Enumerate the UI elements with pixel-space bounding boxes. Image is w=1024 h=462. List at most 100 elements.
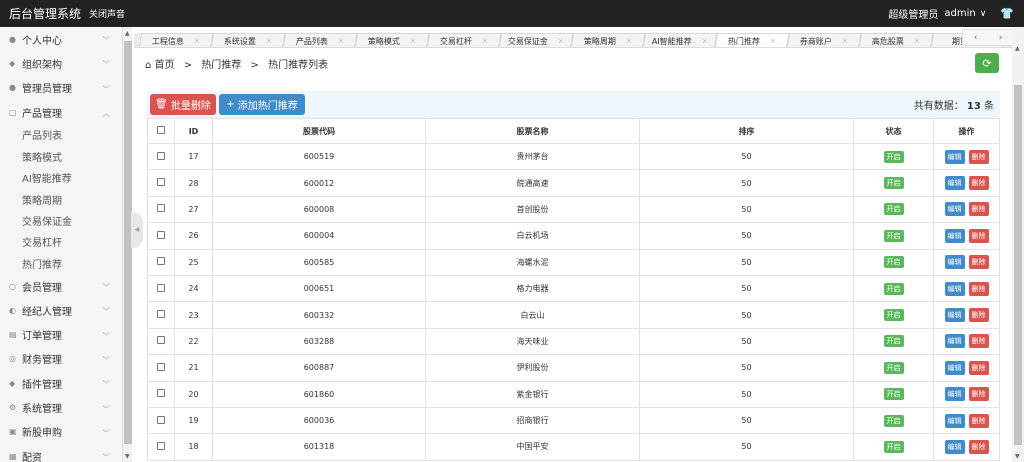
tab-item[interactable]: 产品列表 ×: [282, 33, 358, 47]
delete-button[interactable]: 删除: [968, 308, 989, 323]
refresh-button[interactable]: ⟳: [975, 53, 999, 73]
sidebar-subitem[interactable]: 产品列表: [0, 124, 122, 145]
scrollbar-thumb[interactable]: [1014, 85, 1022, 445]
row-checkbox[interactable]: [157, 415, 165, 424]
status-badge[interactable]: 开启: [883, 361, 904, 374]
edit-button[interactable]: 编辑: [944, 308, 965, 323]
sidebar-subitem[interactable]: AI智能推荐: [0, 167, 122, 188]
edit-button[interactable]: 编辑: [944, 202, 965, 217]
sidebar-subitem[interactable]: 交易杠杆: [0, 231, 122, 252]
row-checkbox[interactable]: [157, 336, 165, 345]
theme-shirt-icon[interactable]: 👕: [1000, 7, 1014, 20]
sidebar-group[interactable]: □ 产品管理 ︿: [0, 100, 122, 124]
delete-button[interactable]: 删除: [968, 413, 989, 428]
row-select-cell[interactable]: [147, 169, 175, 197]
home-icon[interactable]: ⌂: [145, 60, 151, 71]
tab-item[interactable]: 热门推荐 ×: [714, 33, 790, 47]
row-select-cell[interactable]: [147, 406, 175, 435]
row-checkbox[interactable]: [157, 441, 165, 450]
row-select-cell[interactable]: [147, 354, 175, 382]
close-icon[interactable]: ×: [914, 37, 920, 45]
mute-sound-link[interactable]: 关闭声音: [89, 7, 125, 20]
sidebar-group[interactable]: ◎ 财务管理 ﹀: [0, 347, 122, 371]
add-hot-recommend-button[interactable]: + 添加热门推荐: [219, 94, 305, 115]
row-checkbox[interactable]: [157, 389, 165, 398]
close-icon[interactable]: ×: [558, 37, 564, 45]
sidebar-subitem[interactable]: 策略模式: [0, 146, 122, 167]
row-select-cell[interactable]: [147, 433, 175, 461]
delete-button[interactable]: 删除: [968, 360, 989, 375]
edit-button[interactable]: 编辑: [944, 176, 965, 191]
user-menu[interactable]: 超级管理员 admin ∨ 👕: [888, 6, 1014, 21]
tab-item[interactable]: 交易杠杆 ×: [426, 33, 502, 47]
tab-item[interactable]: 高危股票 ×: [858, 33, 934, 47]
row-select-cell[interactable]: [147, 222, 175, 250]
status-badge[interactable]: 开启: [883, 440, 904, 453]
breadcrumb-level1[interactable]: 热门推荐: [201, 60, 241, 71]
edit-button[interactable]: 编辑: [944, 387, 965, 402]
close-icon[interactable]: ×: [842, 37, 848, 45]
sidebar-group[interactable]: ▤ 订单管理 ﹀: [0, 323, 122, 347]
close-icon[interactable]: ×: [770, 37, 776, 45]
delete-button[interactable]: 删除: [968, 439, 989, 454]
row-checkbox[interactable]: [157, 230, 165, 239]
chevron-down-icon[interactable]: ∨: [980, 9, 987, 19]
sidebar-group[interactable]: ● 管理员管理 ﹀: [0, 76, 122, 100]
sidebar-subitem[interactable]: 策略周期: [0, 188, 122, 209]
tab-item[interactable]: 交易保证金 ×: [498, 33, 574, 47]
delete-button[interactable]: 删除: [968, 334, 989, 349]
breadcrumb-home[interactable]: 首页: [155, 60, 175, 71]
sidebar-group[interactable]: ◐ 经纪人管理 ﹀: [0, 298, 122, 322]
status-badge[interactable]: 开启: [883, 414, 904, 427]
status-badge[interactable]: 开启: [883, 256, 904, 269]
row-checkbox[interactable]: [157, 310, 165, 319]
delete-button[interactable]: 删除: [968, 176, 989, 191]
row-checkbox[interactable]: [157, 257, 165, 266]
close-icon[interactable]: ×: [266, 37, 272, 45]
tab-prev-icon[interactable]: ‹: [963, 30, 988, 45]
edit-button[interactable]: 编辑: [944, 228, 965, 243]
tab-item[interactable]: 策略模式 ×: [354, 33, 430, 47]
delete-button[interactable]: 删除: [968, 149, 989, 164]
sidebar-group[interactable]: ○ 会员管理 ﹀: [0, 274, 122, 298]
status-badge[interactable]: 开启: [883, 309, 904, 322]
sidebar-subitem[interactable]: 热门推荐: [0, 253, 122, 274]
close-icon[interactable]: ×: [194, 37, 200, 45]
tab-item[interactable]: 策略周期 ×: [570, 33, 646, 47]
close-icon[interactable]: ×: [338, 37, 344, 45]
scroll-down-icon[interactable]: ▼: [125, 453, 130, 460]
sidebar-group[interactable]: ▦ 配资 ﹀: [0, 444, 122, 462]
row-select-cell[interactable]: [147, 327, 175, 356]
status-badge[interactable]: 开启: [883, 150, 904, 163]
sidebar-group[interactable]: ◆ 插件管理 ﹀: [0, 371, 122, 395]
tab-item[interactable]: 工程信息 ×: [138, 33, 214, 47]
edit-button[interactable]: 编辑: [944, 255, 965, 270]
content-scrollbar[interactable]: ▲ ▼: [1012, 27, 1024, 462]
edit-button[interactable]: 编辑: [944, 360, 965, 375]
status-badge[interactable]: 开启: [883, 282, 904, 295]
row-checkbox[interactable]: [157, 362, 165, 371]
edit-button[interactable]: 编辑: [944, 149, 965, 164]
scroll-up-icon[interactable]: ▲: [1015, 45, 1020, 52]
select-all-cell[interactable]: [147, 118, 175, 144]
row-checkbox[interactable]: [157, 204, 165, 213]
tab-item[interactable]: 券商账户 ×: [786, 33, 862, 47]
edit-button[interactable]: 编辑: [944, 281, 965, 296]
row-checkbox[interactable]: [157, 178, 165, 187]
row-checkbox[interactable]: [157, 151, 165, 160]
row-select-cell[interactable]: [147, 274, 175, 303]
delete-button[interactable]: 删除: [968, 281, 989, 296]
select-all-checkbox[interactable]: [157, 126, 165, 134]
sidebar-group[interactable]: ▣ 新股申购 ﹀: [0, 420, 122, 444]
tab-item[interactable]: 系统设置 ×: [210, 33, 286, 47]
delete-button[interactable]: 删除: [968, 255, 989, 270]
edit-button[interactable]: 编辑: [944, 439, 965, 454]
close-icon[interactable]: ×: [702, 37, 708, 45]
tab-next-icon[interactable]: ›: [988, 30, 1013, 45]
scroll-down-icon[interactable]: ▼: [1015, 453, 1020, 460]
delete-button[interactable]: 删除: [968, 228, 989, 243]
close-icon[interactable]: ×: [626, 37, 632, 45]
sidebar-collapse-handle[interactable]: ◂: [131, 212, 143, 248]
sidebar-group[interactable]: ◆ 组织架构 ﹀: [0, 51, 122, 75]
status-badge[interactable]: 开启: [883, 335, 904, 348]
